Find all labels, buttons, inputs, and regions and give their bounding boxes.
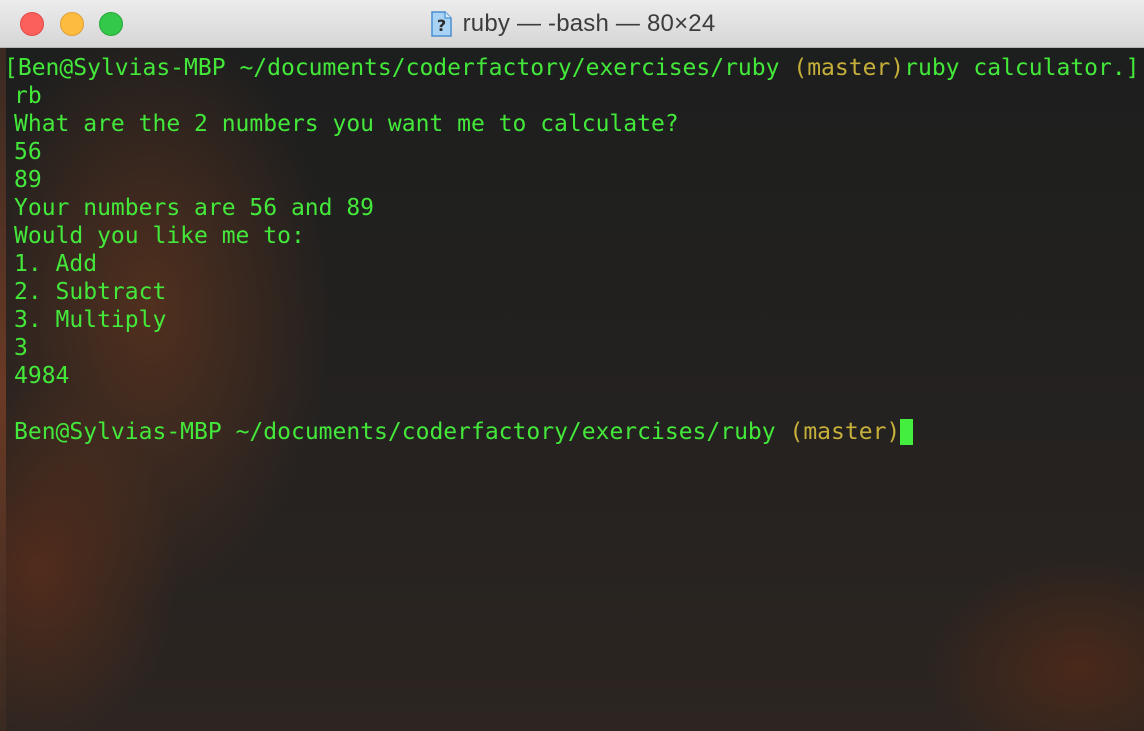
- terminal-window: ? ruby — -bash — 80×24 [Ben@Sylvias-MBP …: [0, 0, 1144, 731]
- output-line: 1. Add: [14, 251, 98, 277]
- command-text: ruby calculator.]: [904, 55, 1140, 81]
- output-line: What are the 2 numbers you want me to ca…: [14, 111, 679, 137]
- output-line: 3. Multiply: [14, 307, 167, 333]
- prompt-path: ~/documents/coderfactory/exercises/ruby: [239, 55, 780, 81]
- prompt-user: Ben@Sylvias-MBP: [17, 55, 226, 81]
- prompt-user: Ben@Sylvias-MBP: [14, 419, 222, 445]
- command-wrap-line: rb: [14, 83, 42, 109]
- output-line: Your numbers are 56 and 89: [14, 195, 375, 221]
- output-line: 4984: [14, 363, 70, 389]
- output-line: Would you like me to:: [14, 223, 305, 249]
- prompt-branch: (master): [789, 419, 901, 445]
- title-bar[interactable]: ? ruby — -bash — 80×24: [0, 0, 1144, 48]
- command-line: [Ben@Sylvias-MBP ~/documents/coderfactor…: [4, 54, 1144, 82]
- prompt-branch: (master): [793, 55, 905, 81]
- output-line: 89: [14, 167, 42, 193]
- window-title-group: ? ruby — -bash — 80×24: [0, 0, 1144, 48]
- terminal-cursor: [900, 419, 914, 445]
- svg-text:?: ?: [436, 16, 445, 35]
- line-bracket: [: [4, 55, 18, 81]
- prompt-path: ~/documents/coderfactory/exercises/ruby: [235, 419, 776, 445]
- output-line: 56: [14, 139, 42, 165]
- prompt-line: Ben@Sylvias-MBP ~/documents/coderfactory…: [14, 418, 1144, 446]
- question-document-icon: ?: [430, 11, 452, 37]
- output-line: 2. Subtract: [14, 279, 167, 305]
- terminal-content[interactable]: [Ben@Sylvias-MBP ~/documents/coderfactor…: [0, 48, 1144, 731]
- output-line: 3: [14, 335, 28, 361]
- window-title: ruby — -bash — 80×24: [462, 10, 716, 37]
